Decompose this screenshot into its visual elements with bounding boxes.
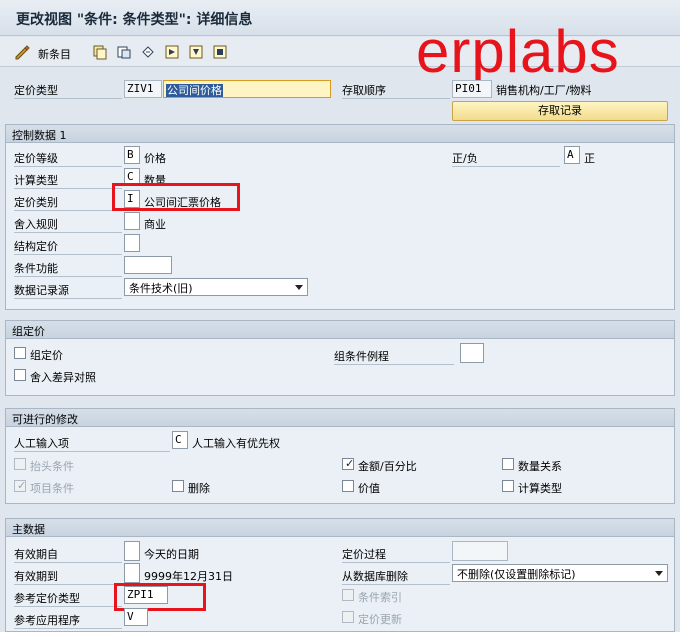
rounding-rule-field[interactable]: [124, 212, 140, 230]
group-condition-checkbox[interactable]: [14, 347, 26, 359]
amount-percent-label: 金额/百分比: [358, 460, 417, 473]
quantity-relation-checkbox[interactable]: [502, 458, 514, 470]
valid-to-label: 有效期到: [14, 568, 122, 585]
copy-icon[interactable]: [92, 44, 108, 60]
pricing-type-desc-field[interactable]: 公司间价格: [163, 80, 331, 98]
calc-type-change-checkbox[interactable]: [502, 480, 514, 492]
data-source-value: 条件技术(旧): [129, 282, 193, 295]
amount-percent-checkbox[interactable]: ✓: [342, 458, 354, 470]
calc-type-label: 计算类型: [14, 172, 122, 189]
condition-index-checkbox[interactable]: [342, 589, 354, 601]
condition-index-label: 条件索引: [358, 591, 402, 604]
condition-function-label: 条件功能: [14, 260, 122, 277]
rounding-rule-desc: 商业: [144, 218, 166, 231]
rounding-diff-label: 舍入差异对照: [30, 371, 96, 384]
valid-from-desc: 今天的日期: [144, 548, 199, 561]
page-title: 更改视图 "条件: 条件类型": 详细信息: [16, 12, 253, 28]
group-pricing-title: 组定价: [6, 321, 674, 339]
valid-from-label: 有效期自: [14, 546, 122, 563]
highlight-box-ref-type: [114, 583, 206, 611]
group-routine-label: 组条件例程: [334, 348, 454, 365]
next-page-icon[interactable]: [212, 44, 228, 60]
pricing-category-label: 定价类别: [14, 194, 122, 211]
pricing-type-label: 定价类型: [14, 82, 122, 99]
ref-application-field[interactable]: V: [124, 608, 148, 626]
manual-entry-label: 人工输入项: [14, 435, 170, 452]
first-page-icon[interactable]: [164, 44, 180, 60]
delete-label: 删除: [188, 482, 210, 495]
db-delete-value: 不删除(仅设置删除标记): [457, 568, 576, 581]
check-icon: ✓: [345, 457, 355, 470]
group-routine-field[interactable]: [460, 343, 484, 363]
highlight-box-category: [112, 183, 240, 211]
master-data-title: 主数据: [6, 519, 674, 537]
changes-group: 可进行的修改: [5, 408, 675, 504]
value-checkbox[interactable]: [342, 480, 354, 492]
rounding-rule-label: 舍入规则: [14, 216, 122, 233]
manual-entry-desc: 人工输入有优先权: [192, 437, 280, 450]
header-condition-checkbox[interactable]: [14, 458, 26, 470]
chevron-down-icon[interactable]: [295, 285, 303, 290]
data-source-dropdown[interactable]: 条件技术(旧): [124, 278, 308, 296]
pricing-type-desc-text: 公司间价格: [166, 84, 223, 97]
plus-minus-label: 正/负: [452, 150, 560, 167]
value-label: 价值: [358, 482, 380, 495]
item-condition-label: 项目条件: [30, 482, 74, 495]
chevron-down-icon[interactable]: [655, 571, 663, 576]
ref-application-label: 参考应用程序: [14, 612, 122, 629]
db-delete-dropdown[interactable]: 不删除(仅设置删除标记): [452, 564, 668, 582]
access-records-button[interactable]: 存取记录: [452, 101, 668, 121]
changes-title: 可进行的修改: [6, 409, 674, 427]
plus-minus-field[interactable]: A: [564, 146, 580, 164]
quantity-relation-label: 数量关系: [518, 460, 562, 473]
structure-pricing-field[interactable]: [124, 234, 140, 252]
new-entries-button[interactable]: 新条目: [38, 46, 71, 62]
price-update-checkbox[interactable]: [342, 611, 354, 623]
manual-entry-field[interactable]: C: [172, 431, 188, 449]
access-sequence-label: 存取顺序: [342, 82, 450, 99]
valid-to-field[interactable]: [124, 563, 140, 583]
delete-icon[interactable]: [116, 44, 132, 60]
valid-to-desc: 9999年12月31日: [144, 570, 233, 583]
condition-function-field[interactable]: [124, 256, 172, 274]
plus-minus-desc: 正: [584, 152, 595, 165]
group-condition-label: 组定价: [30, 349, 63, 362]
control-data-title: 控制数据 1: [6, 125, 674, 143]
pricing-level-field[interactable]: B: [124, 146, 140, 164]
check-icon: ✓: [17, 479, 27, 492]
data-source-label: 数据记录源: [14, 282, 122, 299]
item-condition-checkbox[interactable]: ✓: [14, 480, 26, 492]
structure-pricing-label: 结构定价: [14, 238, 122, 255]
pricing-level-label: 定价等级: [14, 150, 122, 167]
undo-icon[interactable]: [140, 44, 156, 60]
header-condition-label: 抬头条件: [30, 460, 74, 473]
edit-icon[interactable]: [14, 44, 30, 60]
pricing-procedure-label: 定价过程: [342, 546, 450, 563]
access-sequence-code-field[interactable]: PI01: [452, 80, 492, 98]
watermark-logo: erplabs: [416, 18, 620, 85]
previous-page-icon[interactable]: [188, 44, 204, 60]
delete-checkbox[interactable]: [172, 480, 184, 492]
db-delete-label: 从数据库删除: [342, 568, 450, 585]
access-sequence-desc: 销售机构/工厂/物料: [496, 84, 592, 97]
pricing-level-desc: 价格: [144, 152, 166, 165]
pricing-type-code-field[interactable]: ZIV1: [124, 80, 162, 98]
ref-pricing-type-label: 参考定价类型: [14, 590, 122, 607]
price-update-label: 定价更新: [358, 613, 402, 626]
valid-from-field[interactable]: [124, 541, 140, 561]
calc-type-change-label: 计算类型: [518, 482, 562, 495]
rounding-diff-checkbox[interactable]: [14, 369, 26, 381]
pricing-procedure-field[interactable]: [452, 541, 508, 561]
